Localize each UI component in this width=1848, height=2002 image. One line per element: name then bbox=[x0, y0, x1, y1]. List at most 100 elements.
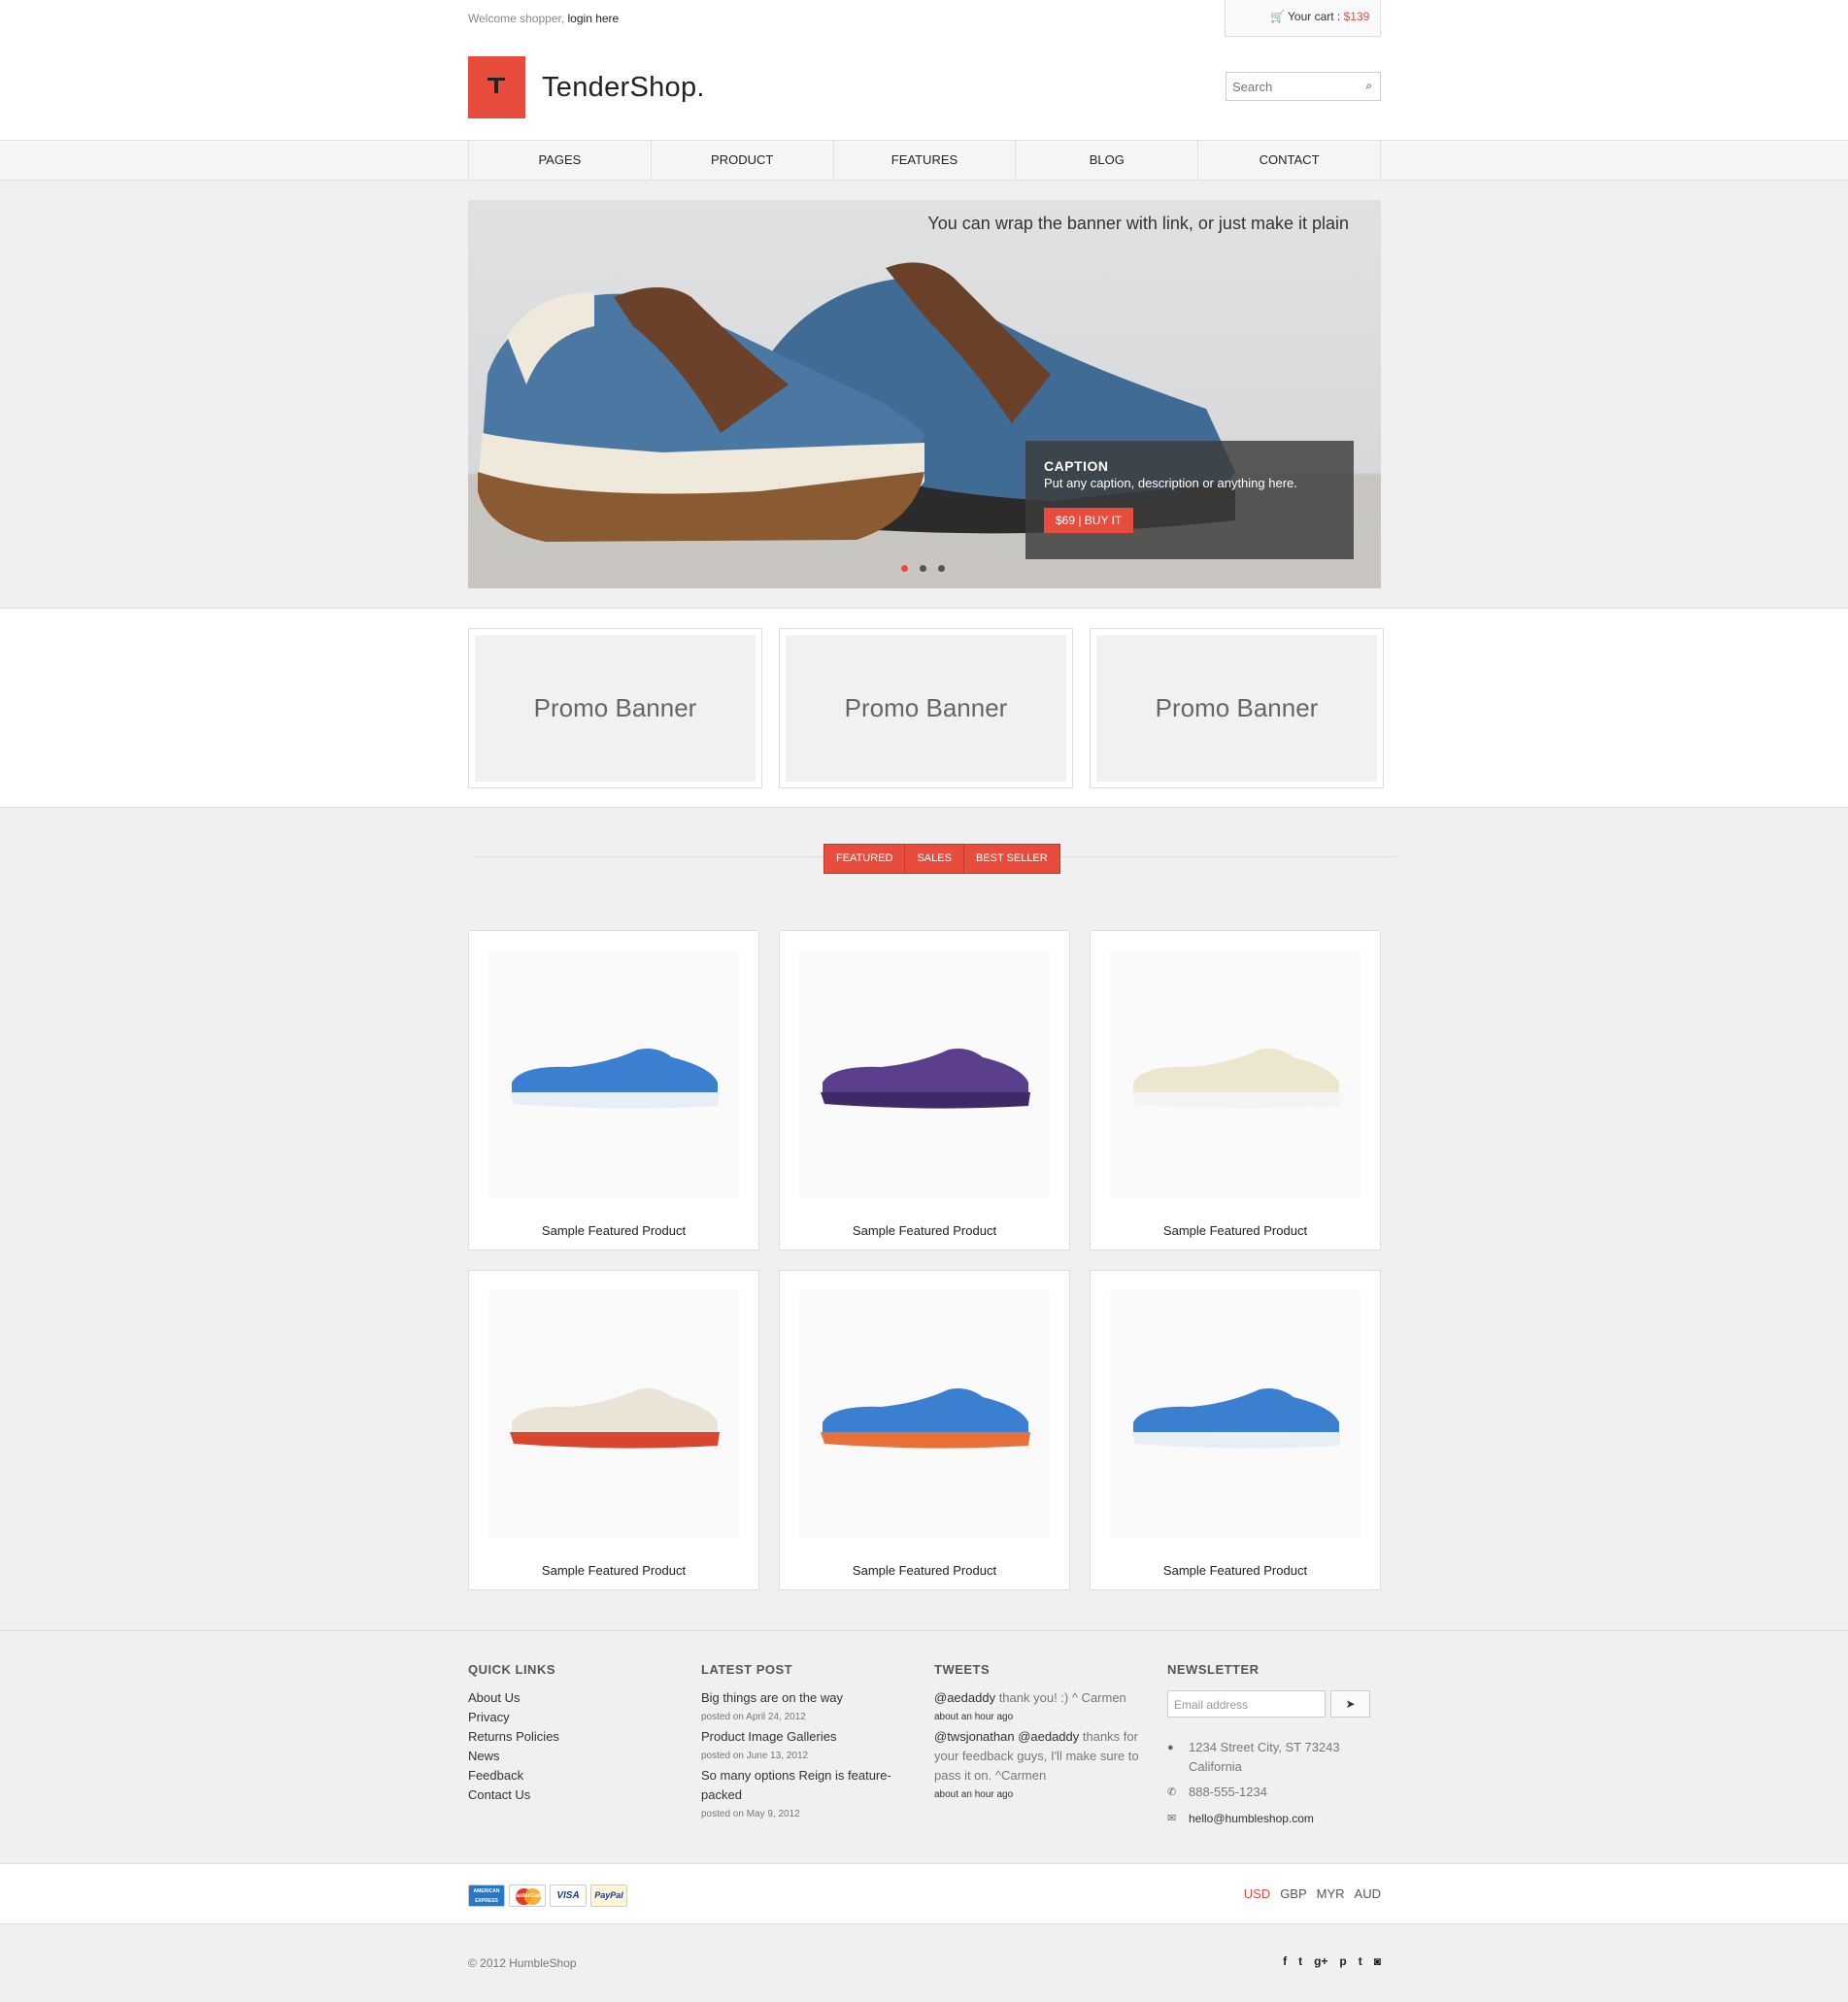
phone-icon: ✆ bbox=[1167, 1786, 1177, 1798]
tab-sales[interactable]: SALES bbox=[905, 845, 964, 873]
product-name[interactable]: Sample Featured Product bbox=[780, 1223, 1069, 1238]
tweet-time[interactable]: about an hour ago bbox=[934, 1785, 1143, 1805]
nav-item-product[interactable]: PRODUCT bbox=[652, 141, 834, 180]
mastercard-icon: MasterCard bbox=[509, 1885, 546, 1907]
product-image[interactable] bbox=[799, 1290, 1050, 1538]
tweets-column: TWEETS @aedaddy thank you! :) ^ Carmen a… bbox=[934, 1662, 1143, 1805]
footer-link-about[interactable]: About Us bbox=[468, 1688, 682, 1708]
product-card[interactable]: Sample Featured Product bbox=[1090, 930, 1381, 1251]
cart-button[interactable]: 🛒 Your cart : $139 bbox=[1225, 0, 1381, 37]
footer bbox=[0, 1631, 1848, 1864]
product-name[interactable]: Sample Featured Product bbox=[469, 1563, 758, 1578]
promo-banner[interactable]: Promo Banner bbox=[779, 628, 1073, 788]
post-date: posted on April 24, 2012 bbox=[701, 1712, 806, 1722]
footer-link-contact[interactable]: Contact Us bbox=[468, 1785, 682, 1805]
shoe-image bbox=[821, 1049, 1030, 1109]
email-link[interactable]: hello@humbleshop.com bbox=[1167, 1809, 1314, 1828]
search-input[interactable] bbox=[1226, 73, 1343, 100]
promo-banner-label: Promo Banner bbox=[786, 635, 1066, 782]
welcome-message: Welcome shopper, login here bbox=[468, 12, 619, 25]
nav-item-contact[interactable]: CONTACT bbox=[1198, 141, 1381, 180]
currency-myr[interactable]: MYR bbox=[1317, 1886, 1345, 1901]
product-card[interactable]: Sample Featured Product bbox=[468, 1270, 759, 1590]
amex-card-icon: AMERICAN EXPRESS bbox=[468, 1885, 505, 1907]
caption-title: CAPTION bbox=[1044, 458, 1109, 474]
welcome-text: Welcome shopper, bbox=[468, 12, 565, 25]
google-plus-icon[interactable]: g+ bbox=[1314, 1954, 1327, 1968]
slider-dot[interactable] bbox=[920, 565, 926, 572]
product-tabs: FEATURED SALES BEST SELLER bbox=[823, 844, 1060, 874]
product-name[interactable]: Sample Featured Product bbox=[1091, 1223, 1380, 1238]
shoe-image bbox=[1131, 1388, 1341, 1449]
hero-headline: You can wrap the banner with link, or ju… bbox=[927, 214, 1349, 233]
latest-post-column: LATEST POST Big things are on the way po… bbox=[701, 1662, 895, 1824]
post-date: posted on June 13, 2012 bbox=[701, 1751, 809, 1761]
product-card[interactable]: Sample Featured Product bbox=[779, 1270, 1070, 1590]
address-text: 1234 Street City, ST 73243 California bbox=[1189, 1740, 1340, 1774]
shoe-image bbox=[510, 1049, 720, 1109]
footer-link-privacy[interactable]: Privacy bbox=[468, 1708, 682, 1727]
nav-item-pages[interactable]: PAGES bbox=[469, 141, 652, 180]
facebook-icon[interactable]: f bbox=[1283, 1954, 1287, 1968]
product-image[interactable] bbox=[1110, 951, 1361, 1198]
twitter-icon[interactable]: t bbox=[1298, 1954, 1302, 1968]
newsletter-email-input[interactable]: Email address bbox=[1167, 1690, 1326, 1718]
payment-bar bbox=[0, 1864, 1848, 1924]
product-card[interactable]: Sample Featured Product bbox=[468, 930, 759, 1251]
instagram-icon[interactable]: ◙ bbox=[1374, 1954, 1381, 1968]
tab-featured[interactable]: FEATURED bbox=[824, 845, 906, 873]
product-card[interactable]: Sample Featured Product bbox=[779, 930, 1070, 1251]
cart-total: $139 bbox=[1343, 10, 1370, 23]
product-name[interactable]: Sample Featured Product bbox=[780, 1563, 1069, 1578]
shoe-image bbox=[1131, 1049, 1341, 1109]
mastercard-label: MasterCard bbox=[511, 1893, 544, 1899]
contact-email: ✉ hello@humbleshop.com bbox=[1167, 1809, 1314, 1828]
login-link[interactable]: login here bbox=[568, 12, 620, 25]
cart-icon: 🛒 bbox=[1270, 10, 1285, 23]
footer-link-returns[interactable]: Returns Policies bbox=[468, 1727, 682, 1747]
map-marker-icon: ● bbox=[1167, 1742, 1174, 1753]
promo-banner-label: Promo Banner bbox=[1096, 635, 1377, 782]
pinterest-icon[interactable]: p bbox=[1339, 1954, 1346, 1968]
post-link[interactable]: Product Image Galleries bbox=[701, 1727, 895, 1747]
product-name[interactable]: Sample Featured Product bbox=[469, 1223, 758, 1238]
product-image[interactable] bbox=[799, 951, 1050, 1198]
product-image[interactable] bbox=[488, 1290, 739, 1538]
product-name[interactable]: Sample Featured Product bbox=[1091, 1563, 1380, 1578]
post-link[interactable]: So many options Reign is feature-packed bbox=[701, 1766, 895, 1805]
product-image[interactable] bbox=[488, 951, 739, 1198]
post-link[interactable]: Big things are on the way bbox=[701, 1688, 895, 1708]
search-icon[interactable]: ⌕ bbox=[1365, 79, 1372, 93]
contact-address: ● 1234 Street City, ST 73243 California bbox=[1167, 1738, 1371, 1777]
newsletter-column: NEWSLETTER bbox=[1167, 1662, 1381, 1688]
currency-aud[interactable]: AUD bbox=[1355, 1886, 1381, 1901]
footer-link-news[interactable]: News bbox=[468, 1747, 682, 1766]
shoe-image bbox=[821, 1388, 1030, 1449]
tab-best-seller[interactable]: BEST SELLER bbox=[964, 845, 1059, 873]
nav-item-blog[interactable]: BLOG bbox=[1016, 141, 1199, 180]
tweet-user[interactable]: @aedaddy bbox=[934, 1690, 995, 1705]
tweet-time[interactable]: about an hour ago bbox=[934, 1708, 1143, 1727]
product-image[interactable] bbox=[1110, 1290, 1361, 1538]
promo-banner[interactable]: Promo Banner bbox=[1090, 628, 1384, 788]
buy-button[interactable]: $69 | BUY IT bbox=[1044, 508, 1134, 533]
tweet: @aedaddy thank you! :) ^ Carmen bbox=[934, 1688, 1143, 1708]
tweet: @twsjonathan @aedaddy thanks for your fe… bbox=[934, 1727, 1143, 1785]
footer-link-feedback[interactable]: Feedback bbox=[468, 1766, 682, 1785]
promo-banner[interactable]: Promo Banner bbox=[468, 628, 762, 788]
slider-dot[interactable] bbox=[901, 565, 908, 572]
currency-usd[interactable]: USD bbox=[1244, 1886, 1270, 1901]
product-card[interactable]: Sample Featured Product bbox=[1090, 1270, 1381, 1590]
tumblr-icon[interactable]: t bbox=[1359, 1954, 1362, 1968]
main-navigation: PAGES PRODUCT FEATURES BLOG CONTACT bbox=[0, 140, 1848, 181]
hero-banner[interactable]: You can wrap the banner with link, or ju… bbox=[468, 200, 1381, 588]
tweet-user[interactable]: @twsjonathan @aedaddy bbox=[934, 1729, 1079, 1744]
currency-gbp[interactable]: GBP bbox=[1280, 1886, 1306, 1901]
logo[interactable] bbox=[468, 56, 525, 118]
newsletter-submit-button[interactable]: ➤ bbox=[1330, 1690, 1370, 1718]
slider-dot[interactable] bbox=[938, 565, 945, 572]
nav-item-features[interactable]: FEATURES bbox=[834, 141, 1017, 180]
promo-banner-label: Promo Banner bbox=[475, 635, 756, 782]
brand-name[interactable]: TenderShop. bbox=[542, 72, 705, 104]
shoe-image bbox=[510, 1388, 720, 1449]
